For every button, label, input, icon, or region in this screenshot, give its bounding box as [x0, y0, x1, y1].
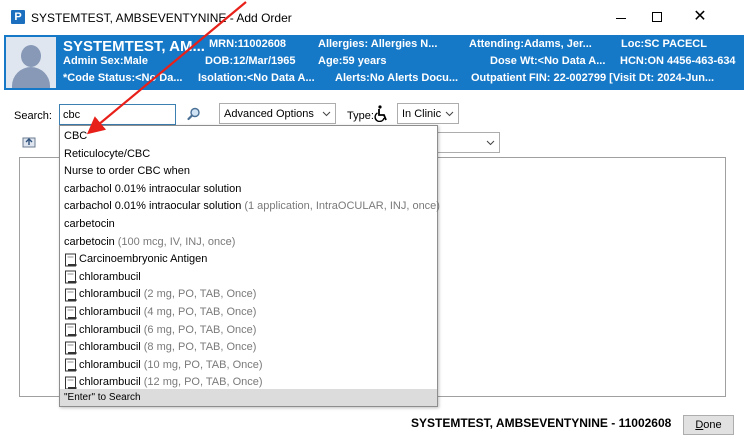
- suggestion-name: chlorambucil: [79, 341, 141, 354]
- patient-avatar: [6, 37, 56, 88]
- minimize-icon: [616, 18, 626, 19]
- suggestion-detail: (4 mg, PO, TAB, Once): [143, 306, 257, 318]
- suggestion-item[interactable]: chlorambucil (8 mg, PO, TAB, Once): [64, 339, 256, 356]
- suggestion-item[interactable]: chlorambucil (6 mg, PO, TAB, Once): [64, 322, 256, 339]
- search-suggestions: CBC Reticulocyte/CBC Nurse to order CBC wh…: [59, 125, 440, 407]
- type-label: Type:: [347, 110, 374, 122]
- app-icon: P: [11, 10, 25, 24]
- suggestion-name: carbachol 0.01% intraocular solution: [64, 182, 242, 195]
- suggestion-name: chlorambucil: [79, 358, 141, 371]
- suggestion-detail: (6 mg, PO, TAB, Once): [143, 323, 257, 336]
- chevron-down-icon: [445, 111, 454, 117]
- search-label: Search:: [14, 110, 52, 122]
- window-title: SYSTEMTEST, AMBSEVENTYNINE - Add Order: [31, 11, 292, 25]
- avatar-body-icon: [12, 67, 50, 88]
- banner-fin: Outpatient FIN: 22-002799 [Visit Dt: 202…: [471, 72, 715, 84]
- suggestion-name: carbachol 0.01% intraocular solution: [64, 200, 242, 213]
- patient-name: SYSTEMTEST, AM...: [63, 38, 205, 55]
- patient-banner: SYSTEMTEST, AM... MRN:11002608 Allergies…: [4, 35, 744, 90]
- suggestion-item[interactable]: carbetocin (100 mcg, IV, INJ, once): [64, 234, 235, 251]
- suggestion-name: CBC: [64, 130, 88, 142]
- order-document-icon: [65, 376, 77, 390]
- order-document-icon: [65, 358, 77, 372]
- banner-hcn: HCN:ON 4456-463-634: [620, 55, 736, 67]
- suggestion-detail: (1 application, IntraOCULAR, INJ, once): [244, 200, 440, 213]
- enter-to-search-hint: "Enter" to Search: [60, 389, 437, 406]
- suggestion-item[interactable]: carbachol 0.01% intraocular solution: [64, 181, 241, 198]
- suggestion-detail: (10 mg, PO, TAB, Once): [143, 358, 263, 371]
- suggestion-item[interactable]: carbetocin: [64, 216, 115, 233]
- advanced-options-dropdown[interactable]: Advanced Options: [219, 103, 336, 124]
- banner-sex: Admin Sex:Male: [63, 55, 148, 67]
- suggestion-item[interactable]: CBC: [64, 128, 87, 145]
- banner-alerts: Alerts:No Alerts Docu...: [335, 72, 459, 84]
- order-document-icon: [65, 253, 77, 267]
- done-button[interactable]: Done: [683, 415, 734, 435]
- chevron-down-icon: [322, 111, 331, 117]
- suggestion-item[interactable]: Reticulocyte/CBC: [64, 146, 150, 163]
- suggestion-name: Nurse to order CBC when: [64, 165, 190, 178]
- suggestion-name: chlorambucil: [79, 306, 141, 318]
- suggestion-name: carbetocin: [64, 235, 115, 248]
- suggestion-item[interactable]: Nurse to order CBC when: [64, 163, 190, 180]
- suggestion-item[interactable]: chlorambucil (4 mg, PO, TAB, Once): [64, 304, 256, 321]
- suggestion-detail: (8 mg, PO, TAB, Once): [143, 341, 257, 354]
- footer-patient-label: SYSTEMTEST, AMBSEVENTYNINE - 11002608: [411, 416, 672, 430]
- banner-attending: Attending:Adams, Jer...: [469, 38, 592, 50]
- minimize-button[interactable]: [601, 4, 641, 30]
- suggestion-item[interactable]: chlorambucil (2 mg, PO, TAB, Once): [64, 286, 256, 303]
- order-document-icon: [65, 288, 77, 302]
- banner-code-status: *Code Status:<No Da...: [63, 72, 183, 84]
- search-input[interactable]: [59, 104, 176, 125]
- advanced-options-label: Advanced Options: [224, 107, 314, 120]
- magnifier-icon[interactable]: [186, 106, 202, 122]
- suggestion-name: chlorambucil: [79, 288, 141, 301]
- order-document-icon: [65, 306, 77, 319]
- banner-age: Age:59 years: [318, 55, 387, 67]
- suggestion-item[interactable]: chlorambucil (10 mg, PO, TAB, Once): [64, 357, 263, 374]
- suggestion-name: carbetocin: [64, 218, 115, 230]
- suggestion-item[interactable]: Carcinoembryonic Antigen: [64, 251, 207, 268]
- chevron-down-icon: [486, 140, 495, 146]
- suggestion-detail: (2 mg, PO, TAB, Once): [143, 288, 257, 301]
- banner-dob: DOB:12/Mar/1965: [205, 55, 296, 67]
- order-document-icon: [65, 341, 77, 355]
- type-dropdown[interactable]: In Clinic: [397, 103, 459, 124]
- done-label: one: [703, 419, 722, 431]
- order-document-icon: [65, 270, 77, 284]
- up-folder-icon[interactable]: [22, 134, 36, 148]
- avatar-head-icon: [21, 45, 41, 67]
- banner-dose-weight: Dose Wt:<No Data A...: [490, 55, 606, 67]
- suggestion-item[interactable]: chlorambucil: [64, 269, 141, 286]
- banner-location: Loc:SC PACECL: [621, 38, 707, 50]
- type-value: In Clinic: [402, 107, 442, 120]
- suggestion-name: Reticulocyte/CBC: [64, 147, 151, 160]
- suggestion-name: Carcinoembryonic Antigen: [79, 253, 208, 266]
- close-icon: ✕: [693, 8, 707, 25]
- close-button[interactable]: ✕: [680, 4, 720, 30]
- suggestion-detail: (100 mcg, IV, INJ, once): [117, 235, 236, 248]
- maximize-button[interactable]: [637, 4, 677, 30]
- suggestion-name: chlorambucil: [79, 270, 141, 283]
- banner-allergies: Allergies: Allergies N...: [318, 38, 438, 50]
- banner-isolation: Isolation:<No Data A...: [198, 72, 315, 84]
- order-document-icon: [65, 323, 77, 337]
- banner-mrn: MRN:11002608: [209, 38, 287, 50]
- title-bar: P SYSTEMTEST, AMBSEVENTYNINE - Add Order…: [0, 0, 744, 34]
- suggestion-item[interactable]: carbachol 0.01% intraocular solution (1 a…: [64, 198, 440, 215]
- maximize-icon: [652, 12, 662, 22]
- wheelchair-icon: [374, 105, 387, 122]
- suggestion-name: chlorambucil: [79, 323, 141, 336]
